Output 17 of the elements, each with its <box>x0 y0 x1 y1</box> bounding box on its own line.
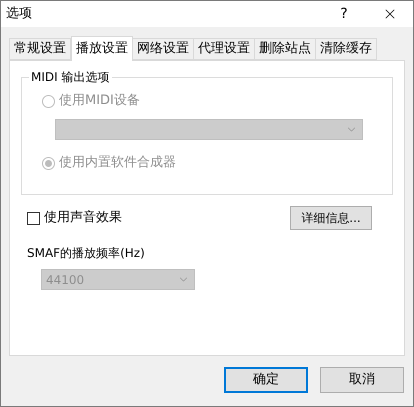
details-button[interactable]: 详细信息... <box>290 206 372 230</box>
tab[interactable]: 清除缓存 <box>315 38 377 60</box>
checkbox-label: 使用声音效果 <box>44 209 122 228</box>
radio-label: 使用MIDI设备 <box>59 92 140 110</box>
tab[interactable]: 常规设置 <box>9 38 71 60</box>
tab[interactable]: 删除站点 <box>254 38 316 60</box>
dialog-button[interactable]: 取消 <box>320 367 404 393</box>
help-button[interactable]: ? <box>321 1 367 27</box>
field-label: SMAF的播放频率(Hz) <box>26 245 146 262</box>
checkbox[interactable] <box>27 212 40 224</box>
dialog-button[interactable]: 确定 <box>224 367 308 393</box>
group-title: MIDI 输出选项 <box>29 69 112 85</box>
tab[interactable]: 播放设置 <box>71 36 133 61</box>
window-title: 选项 <box>6 5 32 24</box>
tab[interactable]: 代理设置 <box>193 38 255 60</box>
tab[interactable]: 网络设置 <box>132 38 194 60</box>
radio-label: 使用内置软件合成器 <box>59 154 176 172</box>
